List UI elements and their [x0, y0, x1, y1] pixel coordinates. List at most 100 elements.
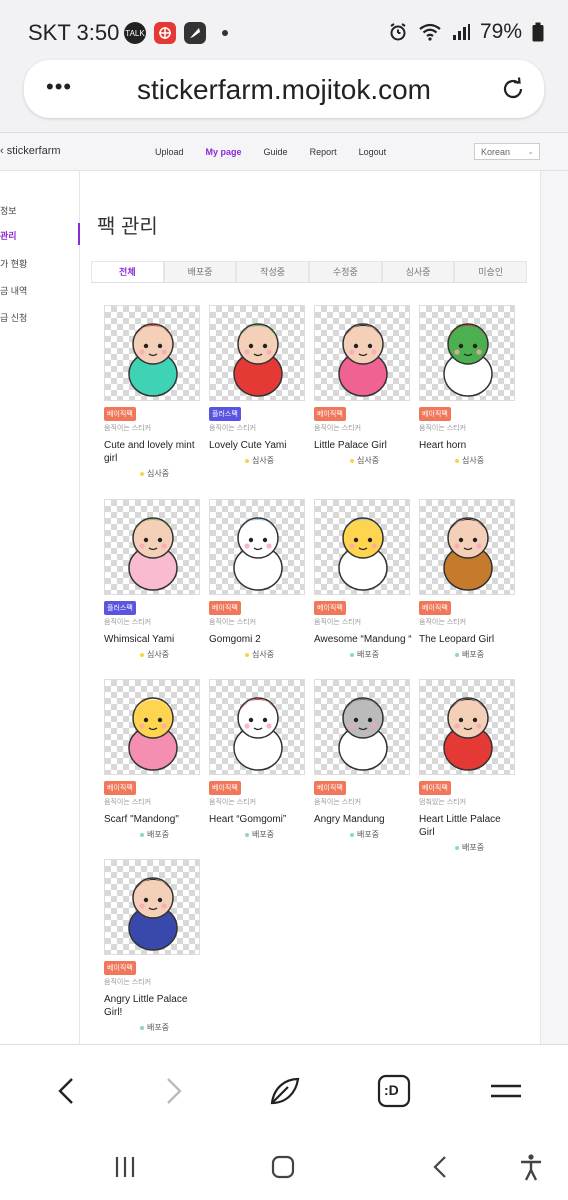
- pack-type-badge: 플러스팩: [209, 407, 241, 421]
- pack-card[interactable]: 베이직팩 움직이는 스티커 The Leopard Girl 배포중: [419, 499, 519, 660]
- sidebar-item-payments[interactable]: 금 내역: [0, 278, 80, 300]
- accessibility-icon[interactable]: [516, 1152, 546, 1182]
- pack-name[interactable]: Heart “Gomgomi”: [209, 813, 309, 826]
- nav-guide[interactable]: Guide: [264, 147, 288, 157]
- pack-name[interactable]: Whimsical Yami: [104, 633, 204, 646]
- alarm-icon: [390, 23, 406, 41]
- status-system-icons: 79%: [388, 20, 544, 44]
- status-label: 심사중: [357, 456, 380, 465]
- pack-status: 배포중: [314, 829, 414, 840]
- tab-all[interactable]: 전체: [91, 261, 164, 282]
- pack-subtype: 멈춰있는 스티커: [419, 799, 467, 806]
- url-text[interactable]: stickerfarm.mojitok.com: [24, 74, 544, 106]
- pack-status: 배포중: [104, 1022, 204, 1033]
- pack-thumbnail[interactable]: [419, 679, 515, 775]
- status-time: SKT 3:50: [28, 20, 120, 45]
- pack-card[interactable]: 베이직팩 움직이는 스티커 Little Palace Girl 심사중: [314, 305, 414, 466]
- menu-icon[interactable]: [488, 1073, 524, 1109]
- pack-subtype: 움직이는 스티커: [209, 425, 257, 432]
- pack-card[interactable]: 베이직팩 움직이는 스티커 Heart “Gomgomi” 배포중: [209, 679, 309, 840]
- pack-name[interactable]: The Leopard Girl: [419, 633, 519, 646]
- sidebar-item-info[interactable]: 정보: [0, 198, 80, 220]
- sidebar-item-request[interactable]: 급 신청: [0, 305, 80, 327]
- screen-record-icon: [154, 22, 176, 44]
- back-icon[interactable]: [426, 1152, 456, 1182]
- pack-card[interactable]: 베이직팩 움직이는 스티커 Angry Little Palace Girl! 배포중: [104, 859, 204, 1033]
- pack-card[interactable]: 베이직팩 움직이는 스티커 Scarf "Mandong" 배포중: [104, 679, 204, 840]
- tab-deployed[interactable]: 배포중: [163, 261, 237, 282]
- recents-icon[interactable]: [110, 1152, 140, 1182]
- pack-thumbnail[interactable]: [209, 499, 305, 595]
- sidebar-item-manage[interactable]: 관리: [0, 223, 80, 245]
- tab-rejected[interactable]: 미승인: [454, 261, 528, 282]
- nav-report[interactable]: Report: [310, 147, 337, 157]
- pack-name[interactable]: Gomgomi 2: [209, 633, 309, 646]
- pack-type-badge: 베이직팩: [104, 961, 136, 975]
- pack-thumbnail[interactable]: [419, 305, 515, 401]
- pack-thumbnail[interactable]: [209, 305, 305, 401]
- pack-status: 심사중: [419, 455, 519, 466]
- pack-name[interactable]: Lovely Cute Yami: [209, 439, 309, 452]
- pack-card[interactable]: 베이직팩 움직이는 스티커 Gomgomi 2 심사중: [209, 499, 309, 660]
- tab-drafting[interactable]: 작성중: [236, 261, 310, 282]
- pack-thumbnail[interactable]: [104, 305, 200, 401]
- pack-thumbnail[interactable]: [419, 499, 515, 595]
- status-dot-icon: [245, 458, 249, 463]
- pack-thumbnail[interactable]: [104, 859, 200, 955]
- pack-name[interactable]: Scarf "Mandong": [104, 813, 204, 826]
- back-icon[interactable]: [48, 1073, 84, 1109]
- language-select[interactable]: Korean ⌄: [474, 143, 540, 160]
- status-dot-icon: [350, 458, 354, 463]
- pack-name[interactable]: Angry Little Palace Girl!: [104, 993, 204, 1019]
- nav-logout[interactable]: Logout: [359, 147, 387, 157]
- pack-card[interactable]: 플러스팩 움직이는 스티커 Whimsical Yami 심사중: [104, 499, 204, 660]
- pack-subtype: 움직이는 스티커: [419, 619, 467, 626]
- feather-icon: [184, 22, 206, 44]
- pack-subtype: 움직이는 스티커: [104, 799, 152, 806]
- url-bar[interactable]: ••• stickerfarm.mojitok.com: [24, 60, 544, 118]
- status-label: 심사중: [252, 456, 275, 465]
- pack-card[interactable]: 베이직팩 움직이는 스티커 Heart horn 심사중: [419, 305, 519, 466]
- angry-palace-girl-icon: [128, 877, 178, 951]
- pack-type-badge: 베이직팩: [104, 407, 136, 421]
- pack-name[interactable]: Angry Mandung: [314, 813, 414, 826]
- pack-thumbnail[interactable]: [314, 679, 410, 775]
- pack-name[interactable]: Cute and lovely mint girl: [104, 439, 204, 465]
- pack-subtype: 움직이는 스티커: [104, 425, 152, 432]
- webpage-viewport: ‹ stickerfarm Upload My page Guide Repor…: [0, 132, 568, 1044]
- pack-name[interactable]: Awesome “Mandung “: [314, 633, 414, 646]
- pack-name[interactable]: Heart horn: [419, 439, 519, 452]
- emoji-d-icon[interactable]: :D: [376, 1073, 412, 1109]
- pack-thumbnail[interactable]: [314, 499, 410, 595]
- palace-girl-flowers-icon: [338, 323, 388, 397]
- status-label: 심사중: [462, 456, 485, 465]
- sidebar-item-status[interactable]: 가 현황: [0, 251, 80, 273]
- nav-upload[interactable]: Upload: [155, 147, 184, 157]
- pack-thumbnail[interactable]: [104, 679, 200, 775]
- tab-reviewing[interactable]: 심사중: [381, 261, 455, 282]
- nav-my-page[interactable]: My page: [206, 147, 242, 157]
- pack-card[interactable]: 베이직팩 멈춰있는 스티커 Heart Little Palace Girl 배포중: [419, 679, 519, 853]
- pack-type-badge: 베이직팩: [314, 781, 346, 795]
- leaf-icon[interactable]: [266, 1073, 302, 1109]
- pack-name[interactable]: Heart Little Palace Girl: [419, 813, 519, 839]
- pack-status: 배포중: [314, 649, 414, 660]
- brand-logo[interactable]: ‹ stickerfarm: [0, 145, 61, 157]
- home-icon[interactable]: [268, 1152, 298, 1182]
- status-notification-icons: TALK: [124, 22, 228, 44]
- forward-icon[interactable]: [156, 1073, 192, 1109]
- pack-thumbnail[interactable]: [209, 679, 305, 775]
- reload-icon[interactable]: [500, 76, 526, 107]
- pack-name[interactable]: Little Palace Girl: [314, 439, 414, 452]
- mandung-awesome-icon: [338, 517, 388, 591]
- pack-status: 배포중: [419, 842, 519, 853]
- pack-card[interactable]: 베이직팩 움직이는 스티커 Angry Mandung 배포중: [314, 679, 414, 840]
- pack-thumbnail[interactable]: [314, 305, 410, 401]
- pack-thumbnail[interactable]: [104, 499, 200, 595]
- pack-card[interactable]: 베이직팩 움직이는 스티커 Awesome “Mandung “ 배포중: [314, 499, 414, 660]
- pack-status: 배포중: [419, 649, 519, 660]
- tab-editing[interactable]: 수정중: [309, 261, 382, 282]
- scarf-mandong-icon: [128, 697, 178, 771]
- pack-card[interactable]: 플러스팩움직이는 스티커 Lovely Cute Yami 심사중: [209, 305, 309, 466]
- pack-card[interactable]: 베이직팩 움직이는 스티커 Cute and lovely mint girl 심사중: [104, 305, 204, 479]
